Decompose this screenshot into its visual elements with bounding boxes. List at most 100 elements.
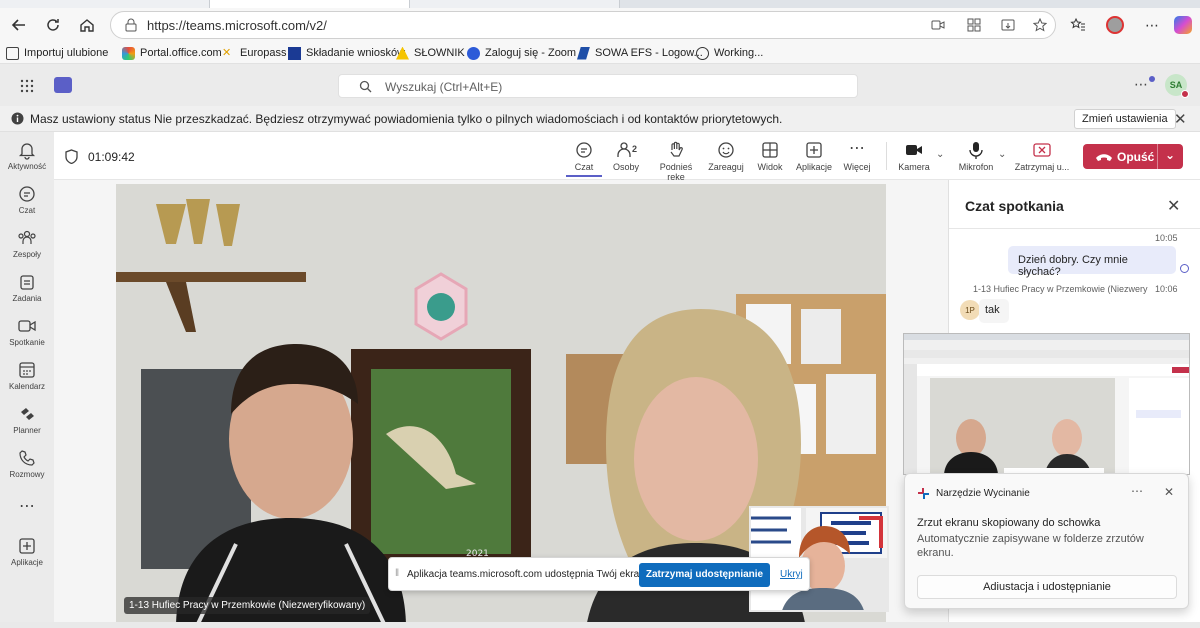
- markup-share-button[interactable]: Adiustacja i udostępnianie: [917, 575, 1177, 599]
- star-icon[interactable]: [1033, 18, 1047, 32]
- copilot-button[interactable]: [1171, 13, 1195, 37]
- change-settings-button[interactable]: Zmień ustawienia: [1074, 109, 1176, 129]
- browser-tab[interactable]: [0, 0, 210, 8]
- favorite-import[interactable]: Importuj ulubione: [6, 45, 108, 61]
- arrow-left-icon: [11, 19, 25, 31]
- address-bar[interactable]: https://teams.microsoft.com/v2/: [110, 11, 1056, 39]
- tool-apps[interactable]: Aplikacje: [794, 140, 834, 172]
- profile-avatar: [1106, 16, 1124, 34]
- globe-icon: [696, 46, 709, 60]
- browser-tab[interactable]: [410, 0, 620, 8]
- dnd-status-icon: [1181, 90, 1189, 98]
- tool-react[interactable]: Zareaguj: [707, 140, 745, 172]
- tasks-icon: [20, 275, 34, 290]
- rail-more-button[interactable]: ⋯: [0, 496, 54, 536]
- tool-stop-sharing[interactable]: Zatrzymaj u...: [1014, 140, 1070, 172]
- meeting-timer: 01:09:42: [88, 150, 135, 164]
- rail-item-meeting[interactable]: Spotkanie: [0, 316, 54, 356]
- back-button[interactable]: [6, 12, 32, 38]
- browser-tab-active[interactable]: [210, 0, 410, 8]
- calendar-icon: [19, 362, 35, 378]
- tool-camera[interactable]: Kamera: [896, 140, 932, 172]
- favorite-working[interactable]: Working...: [696, 45, 763, 61]
- stop-sharing-button[interactable]: Zatrzymaj udostępnianie: [639, 563, 770, 587]
- home-button[interactable]: [74, 12, 100, 38]
- chat-panel-title: Czat spotkania: [965, 198, 1064, 214]
- sowa-icon: [577, 46, 590, 60]
- tool-microphone[interactable]: Mikrofon: [954, 140, 998, 172]
- close-icon[interactable]: ✕: [1167, 196, 1180, 216]
- tool-more[interactable]: ⋯ Więcej: [842, 140, 872, 172]
- favorites-bar: Importuj ulubione Portal.office.com ✕ Eur…: [0, 42, 1200, 64]
- chat-icon: [576, 142, 592, 158]
- tool-raise-hand[interactable]: Podnieś rękę: [650, 140, 702, 182]
- apps-icon[interactable]: [967, 18, 981, 32]
- favorite-sowa[interactable]: SOWA EFS - Logow...: [577, 45, 703, 61]
- rail-item-teams[interactable]: Zespoły: [0, 228, 54, 268]
- teams-icon: [18, 230, 36, 244]
- hide-share-bar-link[interactable]: Ukryj: [780, 569, 803, 580]
- refresh-button[interactable]: [40, 12, 66, 38]
- sender-avatar[interactable]: 1P: [960, 300, 980, 320]
- rail-item-activity[interactable]: Aktywność: [0, 140, 54, 180]
- search-input[interactable]: Wyszukaj (Ctrl+Alt+E): [338, 74, 858, 98]
- rail-item-chat[interactable]: Czat: [0, 184, 54, 224]
- bell-icon: [18, 143, 36, 160]
- tool-view[interactable]: Widok: [754, 140, 786, 172]
- toast-more-icon[interactable]: ⋯: [1131, 484, 1143, 498]
- chat-message-outgoing[interactable]: Dzień dobry. Czy mnie słychać?: [1008, 246, 1176, 278]
- toast-body: Automatycznie zapisywane w folderze zrzu…: [917, 533, 1144, 559]
- favorites-button[interactable]: [1066, 13, 1090, 37]
- favorite-skladanie[interactable]: Składanie wniosków: [288, 45, 405, 61]
- browser-menu-button[interactable]: ⋯: [1140, 13, 1164, 37]
- hand-icon: [670, 141, 683, 157]
- copilot-icon: [1174, 16, 1192, 34]
- toast-heading: Zrzut ekranu skopiowany do schowka: [917, 517, 1101, 529]
- screenshot-thumbnail-image: [904, 334, 1189, 474]
- mic-options-chevron-icon[interactable]: ⌄: [998, 149, 1006, 160]
- rail-item-tasks[interactable]: Zadania: [0, 272, 54, 312]
- favorite-portal-office[interactable]: Portal.office.com: [122, 45, 222, 61]
- favorite-slownik[interactable]: SŁOWNIK: [396, 45, 465, 61]
- profile-button[interactable]: [1103, 13, 1127, 37]
- stop-share-icon: [1033, 143, 1051, 157]
- search-icon: [359, 80, 372, 93]
- camera-icon: [906, 145, 922, 155]
- camera-icon[interactable]: [931, 18, 945, 32]
- app-install-icon[interactable]: [1001, 18, 1015, 32]
- tool-chat[interactable]: Czat: [566, 140, 602, 177]
- notification-dot: [1149, 76, 1155, 82]
- chat-icon: [19, 186, 35, 202]
- more-icon: ⋯: [19, 498, 35, 515]
- drag-handle-icon[interactable]: ‖: [395, 568, 399, 579]
- rail-item-calendar[interactable]: Kalendarz: [0, 360, 54, 400]
- favorite-zoom[interactable]: Zaloguj się - Zoom: [467, 45, 576, 61]
- favorite-europass[interactable]: ✕ Europass: [222, 45, 286, 61]
- snipping-tool-notification: Narzędzie Wycinanie ⋯ ✕ Zrzut ekranu sko…: [904, 473, 1189, 609]
- europass-icon: ✕: [222, 46, 232, 59]
- rail-item-calls[interactable]: Rozmowy: [0, 448, 54, 488]
- teams-title-bar: Wyszukaj (Ctrl+Alt+E) ⋯ SA: [0, 64, 1200, 106]
- rail-item-apps[interactable]: Aplikacje: [0, 536, 54, 576]
- left-rail: Aktywność Czat Zespoły Zadania Spotkanie…: [0, 132, 54, 628]
- rail-item-planner[interactable]: Planner: [0, 404, 54, 444]
- screenshot-preview[interactable]: [903, 333, 1190, 475]
- leave-button[interactable]: Opuść ⌄: [1083, 144, 1183, 169]
- close-icon[interactable]: ✕: [1164, 485, 1174, 499]
- app-launcher-icon[interactable]: [20, 79, 34, 93]
- message-time: 10:05: [1155, 233, 1178, 243]
- more-icon: ⋯: [849, 140, 865, 157]
- favorites-icon: [1070, 17, 1085, 31]
- home-icon: [80, 19, 94, 32]
- settings-more-button[interactable]: ⋯: [1134, 76, 1148, 93]
- browser-toolbar: https://teams.microsoft.com/v2/ ⋯: [0, 8, 1200, 42]
- leave-options-chevron-icon[interactable]: ⌄: [1165, 148, 1175, 162]
- camera-options-chevron-icon[interactable]: ⌄: [936, 149, 944, 160]
- close-icon[interactable]: ✕: [1174, 110, 1187, 128]
- tool-people[interactable]: 2 Osoby: [610, 140, 642, 172]
- more-icon: ⋯: [1145, 16, 1159, 33]
- eu-flag-icon: [288, 46, 301, 60]
- lock-icon: [125, 18, 137, 32]
- chat-message-incoming[interactable]: tak: [979, 299, 1009, 323]
- share-bar-text: Aplikacja teams.microsoft.com udostępnia…: [407, 569, 648, 580]
